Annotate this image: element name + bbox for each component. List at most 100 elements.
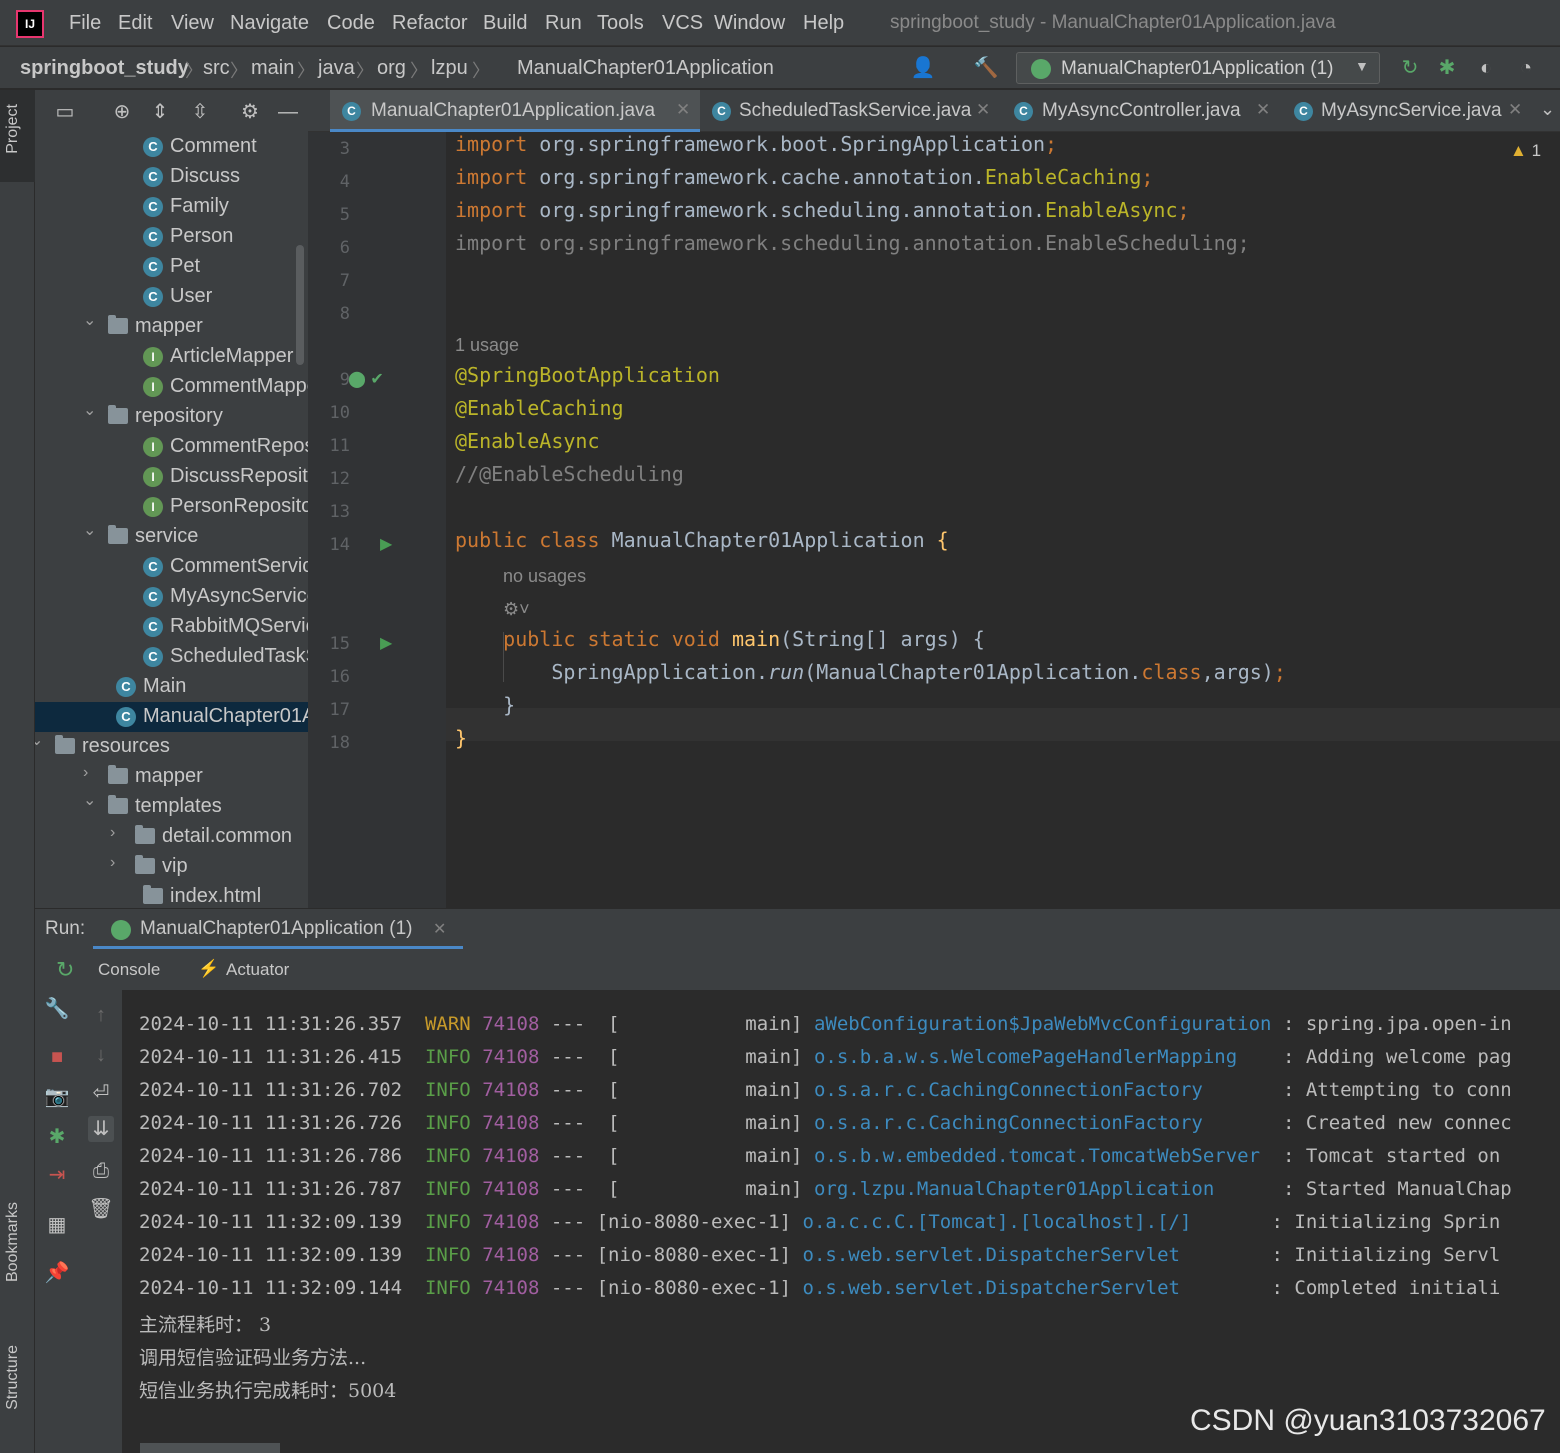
locate-target-icon[interactable]: ⊕ [110, 100, 134, 124]
profiler-icon[interactable]: ◔ [1513, 55, 1539, 81]
tree-item[interactable]: › vip [35, 852, 308, 882]
console-tab[interactable]: Console [98, 960, 160, 980]
tree-item[interactable]: C Person [35, 222, 308, 252]
minimize-icon[interactable]: — [276, 100, 300, 124]
chevron-down-icon[interactable]: ⌄ [83, 310, 96, 330]
tree-item[interactable]: I DiscussRepository [35, 462, 308, 492]
chevron-right-icon[interactable]: › [110, 854, 115, 872]
tree-item[interactable]: C Pet [35, 252, 308, 282]
rerun-icon[interactable]: ↻ [56, 950, 74, 990]
tree-item[interactable]: I CommentMapper [35, 372, 308, 402]
tree-item[interactable]: ⌄ templates [35, 792, 308, 822]
tree-item[interactable]: ⌄ repository [35, 402, 308, 432]
tree-item[interactable]: I CommentRepository [35, 432, 308, 462]
tree-item[interactable]: C Family [35, 192, 308, 222]
wrench-icon[interactable]: 🔧 [44, 996, 70, 1022]
tab-manualchapter01application[interactable]: C ManualChapter01Application.java ✕ [330, 90, 700, 132]
stop-icon[interactable]: ■ [44, 1044, 70, 1070]
breadcrumb-java[interactable]: java [318, 57, 355, 80]
tree-item[interactable]: I ArticleMapper [35, 342, 308, 372]
project-tool-tab[interactable]: Project [4, 104, 22, 154]
tree-item[interactable]: I PersonRepository [35, 492, 308, 522]
tree-item[interactable]: › mapper [35, 762, 308, 792]
user-icon[interactable]: 👤 [910, 55, 936, 81]
bookmarks-tool-tab[interactable]: Bookmarks [4, 1202, 22, 1282]
menu-view[interactable]: View [171, 12, 214, 35]
structure-tool-tab[interactable]: Structure [4, 1345, 22, 1410]
print-icon[interactable]: ⎙ [88, 1158, 114, 1184]
chevron-down-icon[interactable]: ⌄ [83, 400, 96, 420]
exit-icon[interactable]: ⇥ [44, 1162, 70, 1188]
chevron-right-icon[interactable]: › [83, 764, 88, 782]
tree-item[interactable]: ⌄ resources [35, 732, 308, 762]
menu-navigate[interactable]: Navigate [230, 12, 309, 35]
run-configuration-select[interactable]: ManualChapter01Application (1) ▼ [1016, 52, 1380, 84]
rerun-icon[interactable]: ↻ [1397, 55, 1423, 81]
inspection-warnings-indicator[interactable]: ▲ 1 [1510, 141, 1541, 161]
tree-item[interactable]: C ScheduledTaskService [35, 642, 308, 672]
close-icon[interactable]: ✕ [1508, 100, 1522, 120]
chevron-down-icon[interactable]: ⌄ [83, 790, 96, 810]
breadcrumb-main[interactable]: main [251, 57, 294, 80]
chevron-right-icon[interactable]: › [110, 824, 115, 842]
collapse-all-icon[interactable]: ⇳ [188, 100, 212, 124]
project-view-icon[interactable]: ▭ [53, 100, 77, 124]
pin-icon[interactable]: 📌 [44, 1260, 70, 1286]
tree-item[interactable]: C ManualChapter01Application [35, 702, 308, 732]
breadcrumb-org[interactable]: org [377, 57, 406, 80]
chevron-down-icon[interactable]: ⌄ [35, 730, 43, 750]
tree-item[interactable]: ⌄ service [35, 522, 308, 552]
menu-run[interactable]: Run [545, 12, 582, 35]
menu-code[interactable]: Code [327, 12, 375, 35]
tree-item[interactable]: C Discuss [35, 162, 308, 192]
tree-item[interactable]: C Comment [35, 132, 308, 162]
menu-file[interactable]: File [69, 12, 101, 35]
breadcrumb-src[interactable]: src [203, 57, 230, 80]
coverage-icon[interactable]: ◐ [1473, 55, 1499, 81]
code-editor[interactable]: import org.springframework.boot.SpringAp… [446, 132, 1560, 908]
menu-help[interactable]: Help [803, 12, 844, 35]
tree-item[interactable]: C CommentService [35, 552, 308, 582]
tab-myasynccontroller[interactable]: C MyAsyncController.java ✕ [1002, 90, 1282, 132]
menu-vcs[interactable]: VCS [662, 12, 703, 35]
tree-item[interactable]: index.html [35, 882, 308, 908]
tree-scrollbar[interactable] [296, 245, 304, 365]
breadcrumb-file[interactable]: ManualChapter01Application [517, 57, 774, 80]
menu-edit[interactable]: Edit [118, 12, 152, 35]
menu-window[interactable]: Window [714, 12, 785, 35]
tree-item[interactable]: ⌄ mapper [35, 312, 308, 342]
tab-myasyncservice[interactable]: C MyAsyncService.java ✕ [1282, 90, 1532, 132]
trash-icon[interactable]: 🗑 [88, 1196, 114, 1222]
tree-item[interactable]: C Main [35, 672, 308, 702]
soft-wrap-icon[interactable]: ⏎ [88, 1080, 114, 1106]
menu-refactor[interactable]: Refactor [392, 12, 468, 35]
expand-all-icon[interactable]: ⇕ [148, 100, 172, 124]
chevron-down-icon[interactable]: ⌄ [83, 520, 96, 540]
tree-item[interactable]: C RabbitMQService [35, 612, 308, 642]
gear-icon[interactable]: ⚙ [238, 100, 262, 124]
tree-item[interactable]: C MyAsyncService [35, 582, 308, 612]
console-scrollbar[interactable] [140, 1443, 280, 1453]
debug-bug-icon[interactable]: ✱ [1434, 55, 1460, 81]
spring-bean-icon[interactable]: ⬤ ✔ [348, 369, 384, 389]
tabs-overflow-chevron-icon[interactable]: ⌄ [1540, 99, 1555, 120]
menu-build[interactable]: Build [483, 12, 527, 35]
console-output[interactable]: 2024-10-11 11:31:26.357 WARN 74108 --- [… [122, 990, 1560, 1453]
debug-bug-icon[interactable]: ✱ [44, 1124, 70, 1150]
layout-icon[interactable]: ▦ [44, 1212, 70, 1238]
breadcrumb-project[interactable]: springboot_study [20, 57, 189, 80]
tab-scheduledtaskservice[interactable]: C ScheduledTaskService.java ✕ [700, 90, 1002, 132]
close-icon[interactable]: ✕ [676, 100, 690, 120]
run-gutter-icon[interactable]: ▶ [380, 534, 392, 554]
close-icon[interactable]: ✕ [976, 100, 990, 120]
scroll-to-end-icon[interactable]: ⇊ [88, 1116, 114, 1142]
menu-tools[interactable]: Tools [597, 12, 644, 35]
build-hammer-icon[interactable]: 🔨 [973, 55, 999, 81]
tree-item[interactable]: C User [35, 282, 308, 312]
run-tab[interactable]: ManualChapter01Application (1) ✕ [93, 909, 463, 949]
close-icon[interactable]: ✕ [1256, 100, 1270, 120]
camera-icon[interactable]: 📷 [44, 1084, 70, 1110]
run-gutter-icon[interactable]: ▶ [380, 633, 392, 653]
breadcrumb-lzpu[interactable]: lzpu [431, 57, 468, 80]
arrow-up-icon[interactable]: ↑ [88, 1002, 114, 1028]
